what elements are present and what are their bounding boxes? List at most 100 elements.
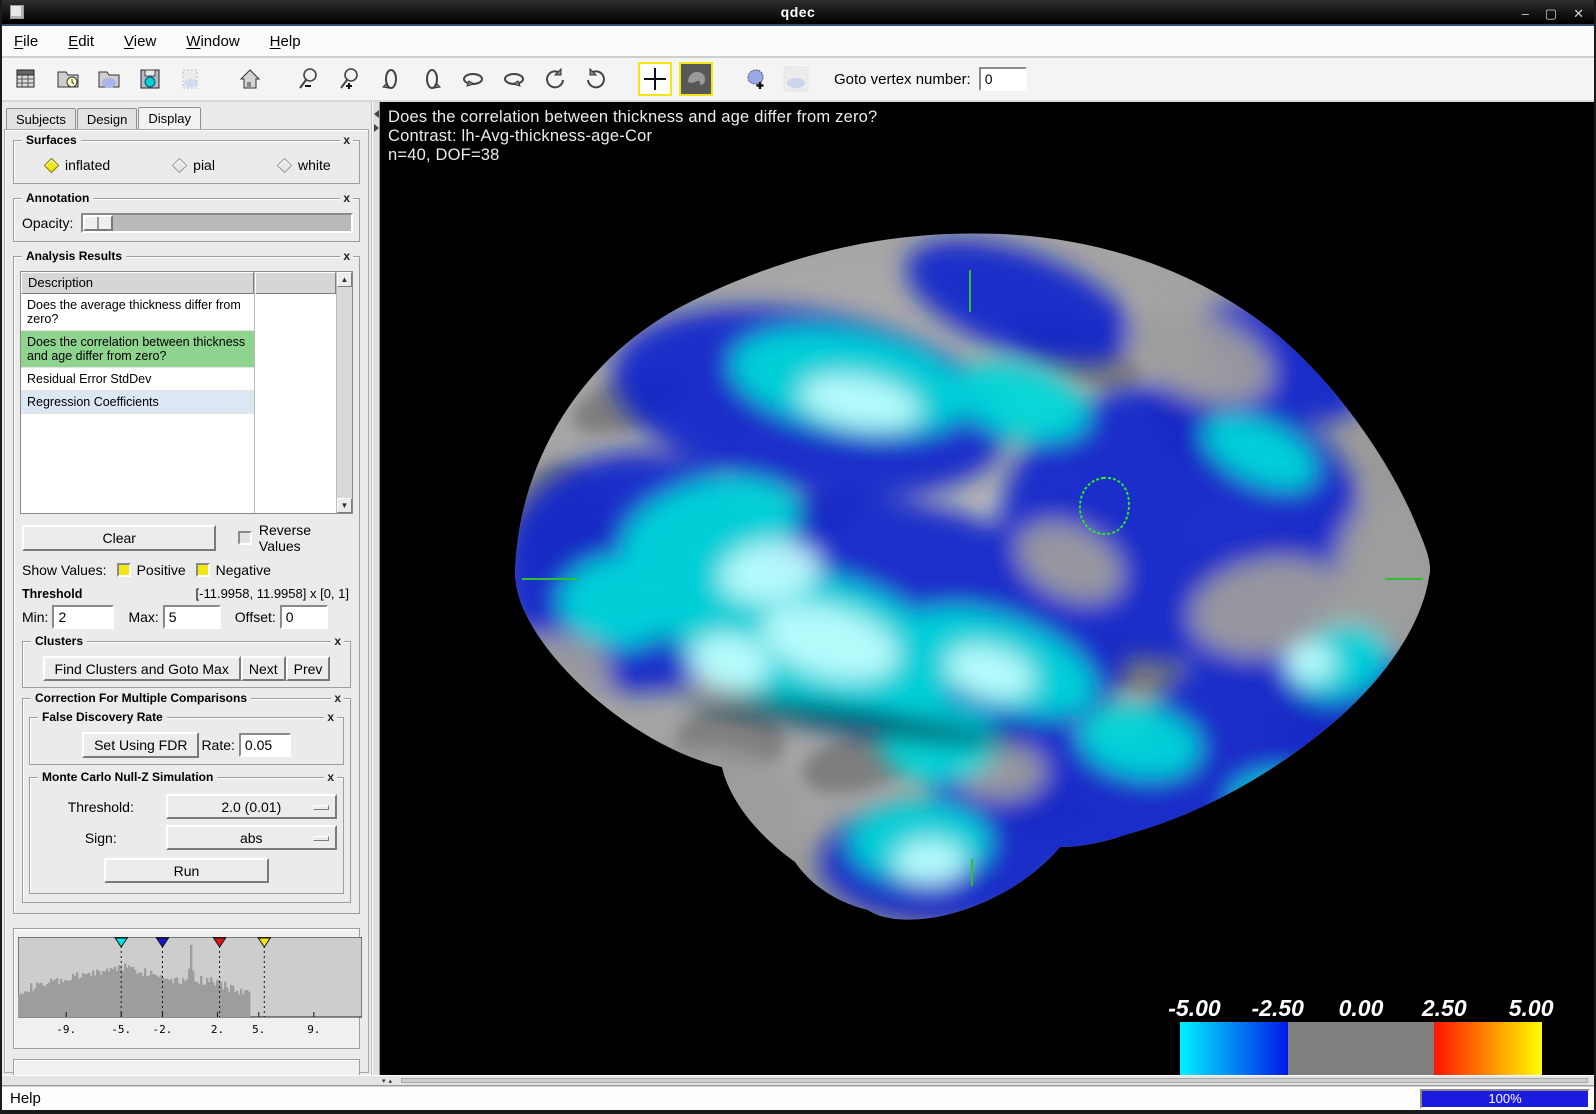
splitter-collapse-left-icon[interactable]	[374, 110, 379, 118]
find-clusters-button[interactable]: Find Clusters and Goto Max	[43, 656, 241, 681]
mc-threshold-label: Threshold:	[36, 799, 166, 815]
radio-white[interactable]	[277, 157, 293, 173]
analysis-results-close-icon[interactable]: x	[340, 250, 353, 263]
radio-pial[interactable]	[172, 157, 188, 173]
close-button[interactable]: ✕	[1573, 7, 1584, 20]
result-row-regression[interactable]: Regression Coefficients	[21, 391, 254, 414]
show-curvature-button[interactable]	[679, 62, 713, 96]
mc-sign-dropdown[interactable]: abs	[166, 825, 337, 850]
save-label-button[interactable]	[133, 62, 167, 96]
montecarlo-close-icon[interactable]: x	[324, 771, 337, 784]
surfaces-close-icon[interactable]: x	[340, 134, 353, 147]
opacity-slider[interactable]	[81, 213, 353, 233]
correction-close-icon[interactable]: x	[331, 692, 344, 705]
run-simulation-button[interactable]: Run	[104, 858, 269, 883]
tab-subjects[interactable]: Subjects	[6, 108, 76, 129]
reverse-values-label[interactable]: Reverse Values	[259, 522, 351, 554]
positive-checkbox[interactable]	[117, 563, 131, 577]
positive-label[interactable]: Positive	[137, 562, 186, 578]
scroll-up-icon[interactable]: ▲	[337, 272, 352, 287]
progress-bar: 100%	[1420, 1089, 1590, 1109]
results-scrollbar[interactable]: ▲ ▼	[337, 272, 352, 513]
mc-threshold-dropdown[interactable]: 2.0 (0.01)	[166, 794, 337, 819]
notebook-tabs: Subjects Design Display	[6, 104, 371, 129]
save-snapshot-button-disabled	[174, 62, 208, 96]
rotate-right-button[interactable]	[497, 62, 531, 96]
zoom-in-button[interactable]	[333, 62, 367, 96]
minimize-button[interactable]: –	[1522, 7, 1529, 20]
overlay-dof: n=40, DOF=38	[388, 146, 877, 165]
horizontal-splitter[interactable]: ▾▴	[2, 1075, 1594, 1086]
pial-label[interactable]: pial	[193, 157, 215, 173]
rotate-ccw-icon	[542, 66, 568, 92]
surfaces-title: Surfaces	[22, 133, 81, 147]
opacity-slider-handle[interactable]	[83, 215, 113, 231]
opacity-label: Opacity:	[22, 215, 73, 231]
load-label-button[interactable]	[92, 62, 126, 96]
menu-help[interactable]: Help	[270, 33, 301, 50]
rotate-up-icon	[378, 66, 404, 92]
mc-sign-value: abs	[240, 830, 263, 846]
colorbar-zero-band	[1288, 1022, 1434, 1075]
tab-display[interactable]: Display	[138, 107, 201, 130]
prev-cluster-button[interactable]: Prev	[286, 656, 331, 681]
rotate-left-button[interactable]	[456, 62, 490, 96]
rotate-ccw-button[interactable]	[538, 62, 572, 96]
tab-design[interactable]: Design	[77, 108, 137, 129]
remove-selection-disabled-icon	[783, 66, 809, 92]
goto-vertex-input[interactable]	[979, 67, 1027, 91]
threshold-range: [-11.9958, 11.9958] x [0, 1]	[196, 586, 349, 601]
max-input[interactable]	[163, 605, 221, 629]
rotate-down-button[interactable]	[415, 62, 449, 96]
mc-sign-label: Sign:	[36, 830, 166, 846]
min-input[interactable]	[52, 605, 114, 629]
view-overlay-text: Does the correlation between thickness a…	[388, 108, 877, 165]
overlay-contrast: Contrast: lh-Avg-thickness-age-Cor	[388, 127, 877, 146]
rotate-cw-icon	[583, 66, 609, 92]
rotate-cw-button[interactable]	[579, 62, 613, 96]
rotate-up-button[interactable]	[374, 62, 408, 96]
load-data-table-button[interactable]	[10, 62, 44, 96]
menu-view[interactable]: View	[124, 33, 156, 50]
inflated-label[interactable]: inflated	[65, 157, 110, 173]
next-cluster-button[interactable]: Next	[241, 656, 286, 681]
splitter-handle-icon[interactable]: ▾▴	[382, 1077, 395, 1085]
result-row-avg-thickness[interactable]: Does the average thickness differ from z…	[21, 294, 254, 331]
maximize-button[interactable]: ▢	[1545, 7, 1557, 20]
fdr-close-icon[interactable]: x	[324, 711, 337, 724]
results-header[interactable]: Description	[21, 272, 254, 294]
brain-surface-render[interactable]	[380, 102, 1594, 1075]
clusters-close-icon[interactable]: x	[331, 635, 344, 648]
clear-button[interactable]: Clear	[22, 525, 216, 551]
restore-view-button[interactable]	[233, 62, 267, 96]
negative-checkbox[interactable]	[196, 563, 210, 577]
menu-window[interactable]: Window	[186, 33, 239, 50]
rate-input[interactable]	[239, 733, 291, 757]
annotation-close-icon[interactable]: x	[340, 192, 353, 205]
load-label-icon	[96, 66, 122, 92]
show-cursor-icon	[642, 66, 668, 92]
pane-splitter[interactable]	[372, 102, 380, 1075]
load-project-button[interactable]	[51, 62, 85, 96]
result-row-correlation[interactable]: Does the correlation between thickness a…	[21, 331, 254, 368]
splitter-collapse-right-icon[interactable]	[374, 124, 379, 132]
offset-input[interactable]	[280, 605, 328, 629]
threshold-histogram[interactable]: -9.-5.-2.2.5.9.	[18, 937, 362, 1041]
menu-edit[interactable]: Edit	[68, 33, 94, 50]
negative-label[interactable]: Negative	[216, 562, 271, 578]
toolbar: Goto vertex number:	[2, 58, 1594, 102]
menu-file[interactable]: File	[14, 33, 38, 50]
set-using-fdr-button[interactable]: Set Using FDR	[82, 732, 199, 758]
result-row-residual[interactable]: Residual Error StdDev	[21, 368, 254, 391]
reverse-values-checkbox[interactable]	[238, 531, 251, 545]
scroll-down-icon[interactable]: ▼	[337, 498, 352, 513]
analysis-results-group: Analysis Results x Description Does the …	[13, 256, 360, 914]
zoom-out-button[interactable]	[292, 62, 326, 96]
add-selection-button[interactable]	[738, 62, 772, 96]
white-label[interactable]: white	[298, 157, 331, 173]
radio-inflated[interactable]	[44, 157, 60, 173]
correction-title: Correction For Multiple Comparisons	[31, 691, 251, 705]
home-view-icon	[237, 66, 263, 92]
surface-view[interactable]: Does the correlation between thickness a…	[380, 102, 1594, 1075]
show-cursor-button[interactable]	[638, 62, 672, 96]
